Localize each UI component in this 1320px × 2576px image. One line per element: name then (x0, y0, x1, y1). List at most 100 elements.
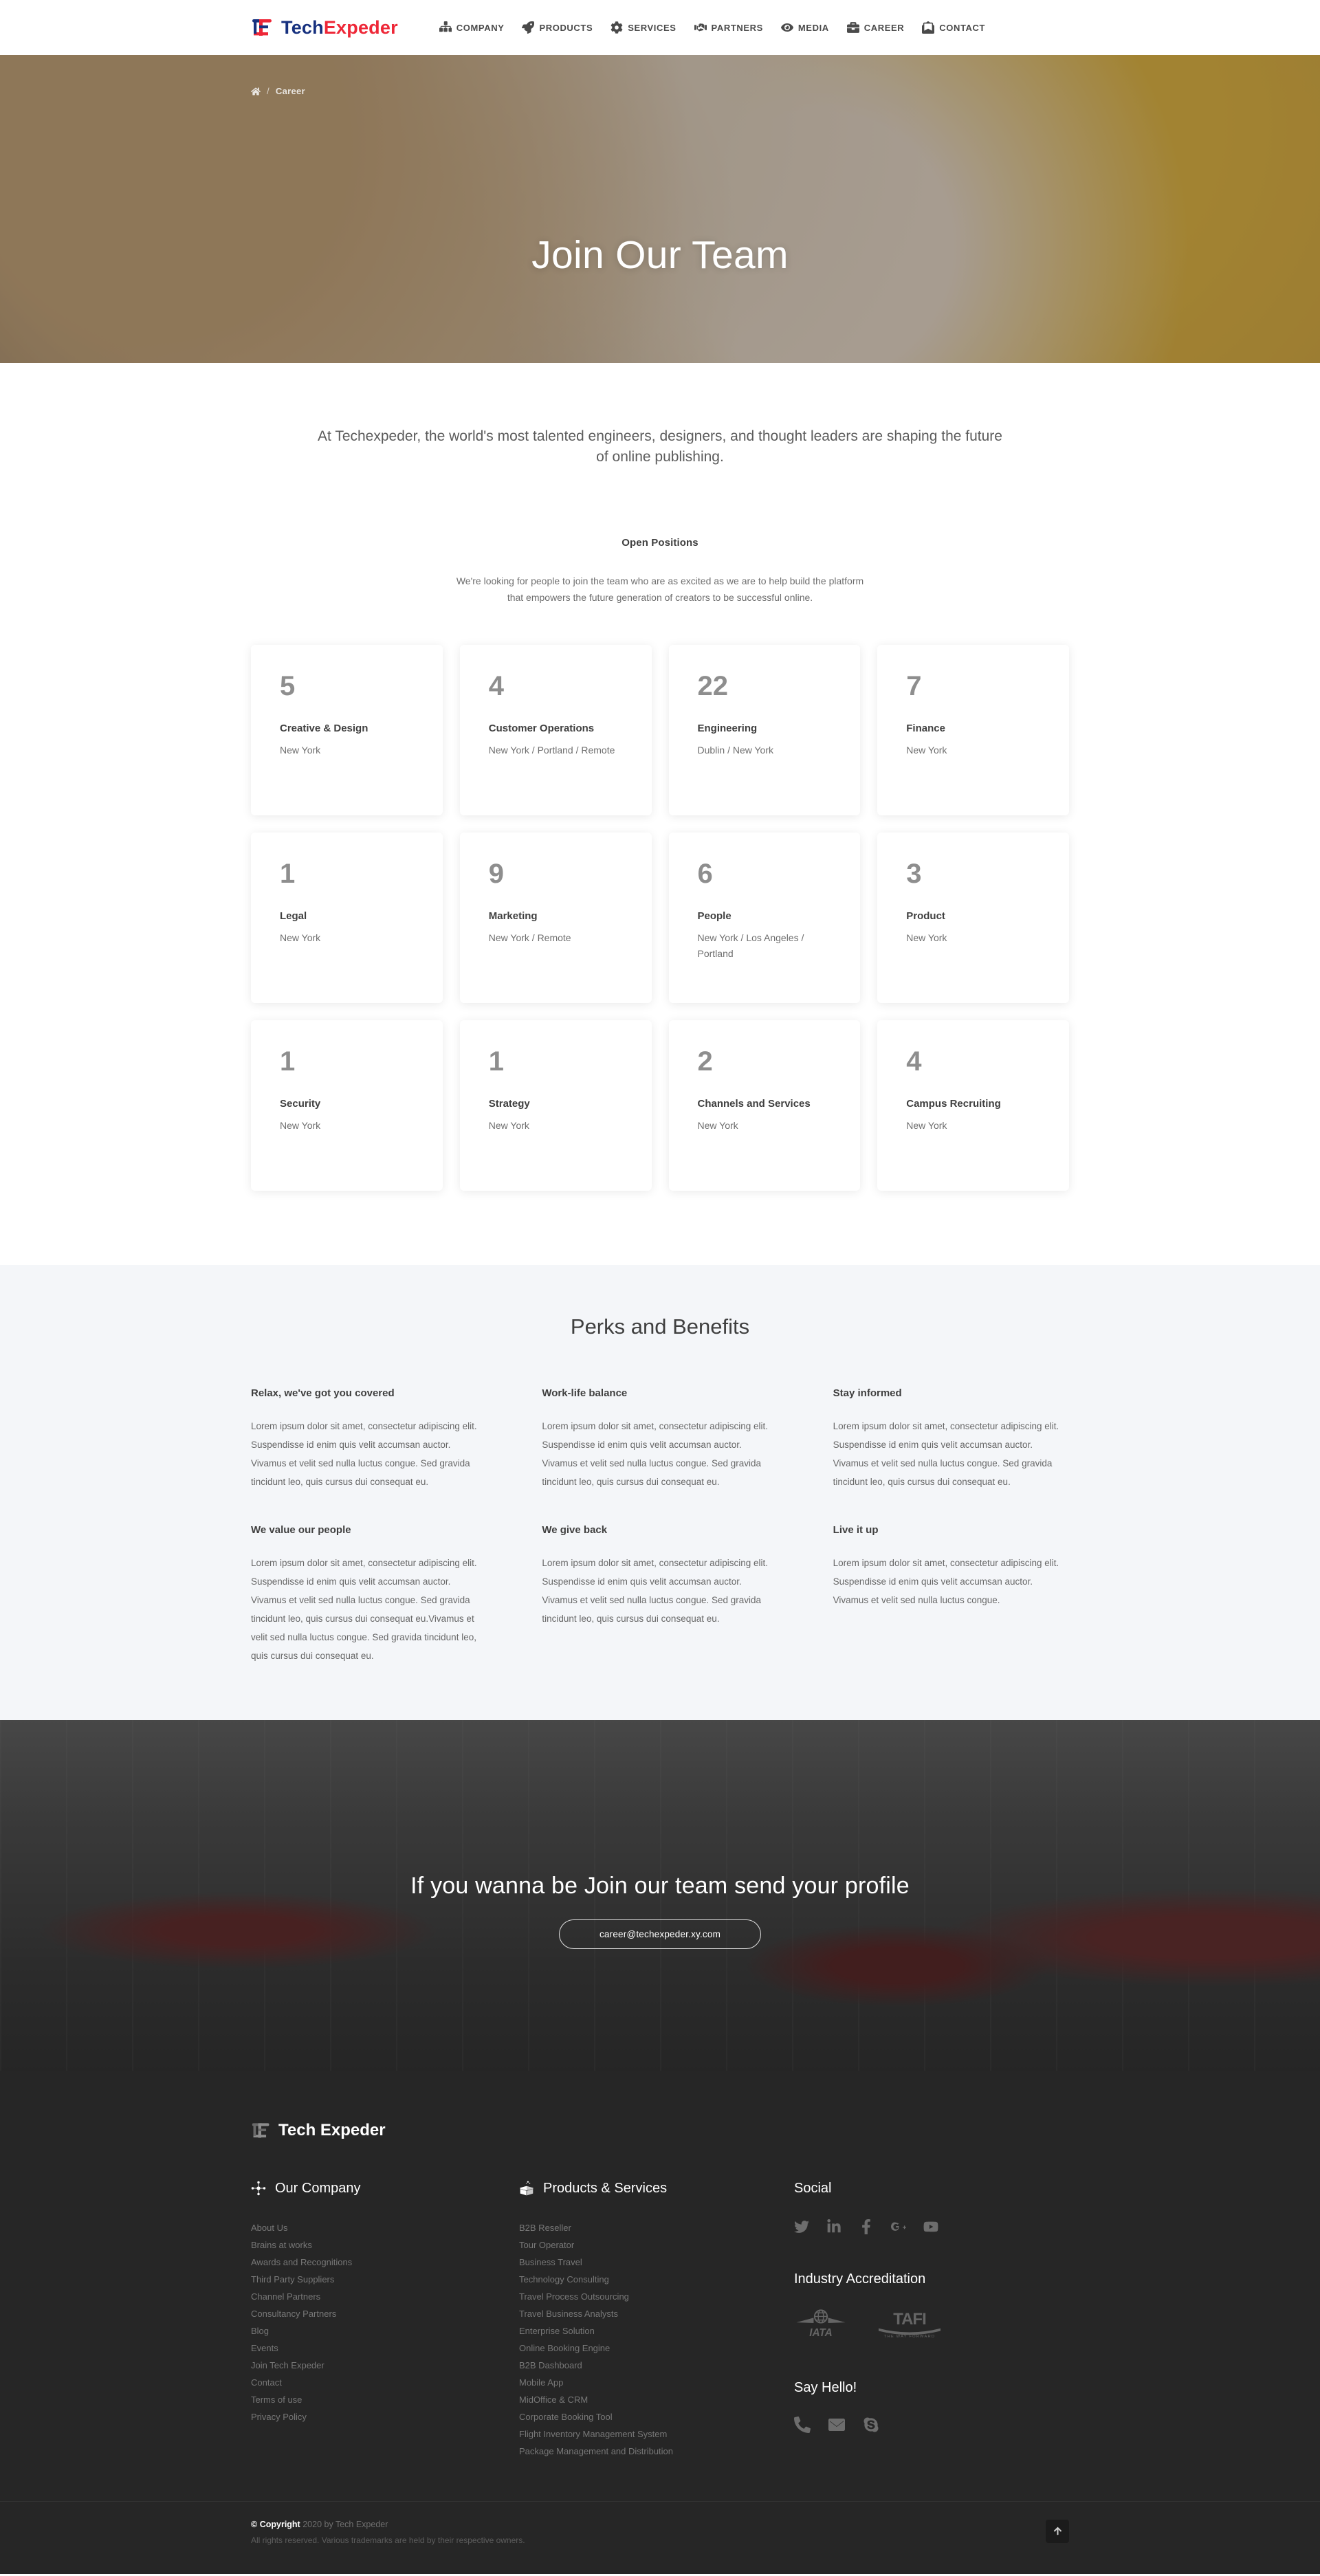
perk-body: Lorem ipsum dolor sit amet, consectetur … (251, 1557, 477, 1661)
cta-content: If you wanna be Join our team send your … (0, 1720, 1320, 1949)
job-title: Finance (906, 722, 945, 734)
phone-icon[interactable] (794, 2416, 811, 2433)
nav-item-company[interactable]: COMPANY (439, 21, 505, 34)
job-count: 5 (280, 670, 296, 701)
eye-icon (780, 21, 793, 34)
job-count: 22 (697, 670, 729, 701)
footer-link[interactable]: MidOffice & CRM (519, 2391, 794, 2408)
job-count: 2 (697, 1046, 713, 1077)
job-card[interactable]: 9 Marketing New York / Remote (459, 832, 652, 1003)
linkedin-icon[interactable] (826, 2219, 842, 2234)
footer-link[interactable]: Enterprise Solution (519, 2322, 794, 2340)
footer-link[interactable]: Blog (251, 2322, 519, 2340)
footer-logo[interactable]: Tech Expeder (251, 2120, 1069, 2141)
envelope-open-icon (922, 21, 935, 34)
breadcrumb-separator: / (267, 86, 270, 96)
perk-heading: Relax, we've got you covered (251, 1387, 395, 1399)
nav-label-products: PRODUCTS (539, 22, 593, 33)
footer-link[interactable]: Contact (251, 2374, 519, 2391)
footer-link[interactable]: Awards and Recognitions (251, 2254, 519, 2271)
job-title: Product (906, 910, 945, 922)
job-card[interactable]: 7 Finance New York (877, 644, 1069, 815)
footer-link[interactable]: Technology Consulting (519, 2271, 794, 2288)
footer-link[interactable]: Events (251, 2340, 519, 2357)
job-card[interactable]: 1 Strategy New York (459, 1020, 652, 1191)
copyright-block: © Copyright 2020 by Tech Expeder All rig… (251, 2520, 525, 2545)
page-title: Join Our Team (531, 233, 789, 277)
footer-link[interactable]: B2B Reseller (519, 2219, 794, 2236)
footer-column-products: Products & Services B2B Reseller Tour Ope… (519, 2181, 794, 2460)
footer-link[interactable]: Join Tech Expeder (251, 2357, 519, 2374)
perk-heading: Work-life balance (542, 1387, 628, 1399)
mail-icon[interactable] (828, 2417, 845, 2433)
youtube-icon[interactable] (923, 2219, 938, 2234)
cta-section: If you wanna be Join our team send your … (0, 1719, 1320, 2071)
footer-link[interactable]: Channel Partners (251, 2288, 519, 2305)
footer-link[interactable]: Brains at works (251, 2236, 519, 2254)
job-count: 1 (280, 1046, 296, 1077)
nav-item-partners[interactable]: PARTNERS (694, 21, 763, 34)
nav-item-career[interactable]: CAREER (846, 21, 905, 34)
footer-link[interactable]: B2B Dashboard (519, 2357, 794, 2374)
footer-column-social: Social Industry Accreditation IATA TAFI … (794, 2181, 1069, 2460)
network-nodes-icon (251, 2181, 266, 2196)
job-title: Marketing (488, 910, 538, 922)
perk-body: Lorem ipsum dolor sit amet, consectetur … (542, 1420, 768, 1487)
job-location: New York (280, 932, 321, 944)
cta-email-button[interactable]: career@techexpeder.xy.com (558, 1919, 762, 1949)
hero-banner: / Career Join Our Team (0, 55, 1320, 363)
job-card[interactable]: 4 Customer Operations New York / Portland … (459, 644, 652, 815)
footer-columns: Our Company About Us Brains at works Award… (251, 2181, 1069, 2460)
job-card[interactable]: 4 Campus Recruiting New York (877, 1020, 1069, 1191)
footer-company-links: About Us Brains at works Awards and Recogn… (251, 2219, 519, 2425)
skype-icon[interactable] (863, 2417, 879, 2433)
job-card[interactable]: 1 Security New York (251, 1020, 443, 1191)
footer-link[interactable]: Consultancy Partners (251, 2305, 519, 2322)
footer-link[interactable]: Tour Operator (519, 2236, 794, 2254)
nav-label-contact: CONTACT (939, 22, 986, 33)
home-icon[interactable] (251, 87, 261, 96)
job-card[interactable]: 2 Channels and Services New York (668, 1020, 861, 1191)
footer-link[interactable]: About Us (251, 2219, 519, 2236)
footer-link[interactable]: Flight Inventory Management System (519, 2425, 794, 2443)
job-count: 4 (906, 1046, 922, 1077)
job-card[interactable]: 3 Product New York (877, 832, 1069, 1003)
nav-item-contact[interactable]: CONTACT (922, 21, 985, 34)
intro-lead-text: At Techexpeder, the world's most talente… (318, 428, 1002, 465)
footer-link[interactable]: Travel Process Outsourcing (519, 2288, 794, 2305)
footer-link[interactable]: Terms of use (251, 2391, 519, 2408)
facebook-icon[interactable] (859, 2219, 874, 2234)
footer-link[interactable]: Privacy Policy (251, 2408, 519, 2425)
footer-link[interactable]: Corporate Booking Tool (519, 2408, 794, 2425)
job-location: New York (906, 1120, 947, 1132)
footer-link[interactable]: Package Management and Distribution (519, 2443, 794, 2460)
job-location: New York / Portland / Remote (488, 745, 615, 756)
breadcrumb: / Career (251, 86, 305, 96)
site-logo-text: TechExpeder (281, 17, 398, 38)
footer-column-company: Our Company About Us Brains at works Award… (251, 2181, 519, 2460)
nav-item-products[interactable]: PRODUCTS (522, 21, 593, 34)
scroll-to-top-button[interactable] (1046, 2519, 1069, 2543)
handshake-icon (694, 21, 707, 34)
footer-link[interactable]: Third Party Suppliers (251, 2271, 519, 2288)
footer-link[interactable]: Mobile App (519, 2374, 794, 2391)
perks-section: Perks and Benefits Relax, we've got you … (0, 1264, 1320, 1720)
twitter-icon[interactable] (794, 2219, 809, 2234)
job-card[interactable]: 5 Creative & Design New York (251, 644, 443, 815)
job-title: Customer Operations (488, 722, 595, 734)
cta-title: If you wanna be Join our team send your … (410, 1872, 910, 1899)
nav-item-services[interactable]: SERVICES (610, 21, 676, 34)
job-location: New York (280, 1120, 321, 1132)
nav-label-company: COMPANY (456, 22, 505, 33)
footer-link[interactable]: Online Booking Engine (519, 2340, 794, 2357)
nav-item-media[interactable]: MEDIA (780, 21, 829, 34)
footer-link[interactable]: Business Travel (519, 2254, 794, 2271)
job-card[interactable]: 1 Legal New York (251, 832, 443, 1003)
footer-link[interactable]: Travel Business Analysts (519, 2305, 794, 2322)
job-location: New York / Remote (488, 932, 571, 944)
job-card[interactable]: 22 Engineering Dublin / New York (668, 644, 861, 815)
accreditation-logos-row: IATA TAFI THE WAY FORWARD (794, 2308, 1069, 2343)
job-card[interactable]: 6 People New York / Los Angeles / Portland (668, 832, 861, 1003)
site-logo[interactable]: TechExpeder (251, 16, 398, 39)
google-plus-icon[interactable] (891, 2219, 906, 2234)
